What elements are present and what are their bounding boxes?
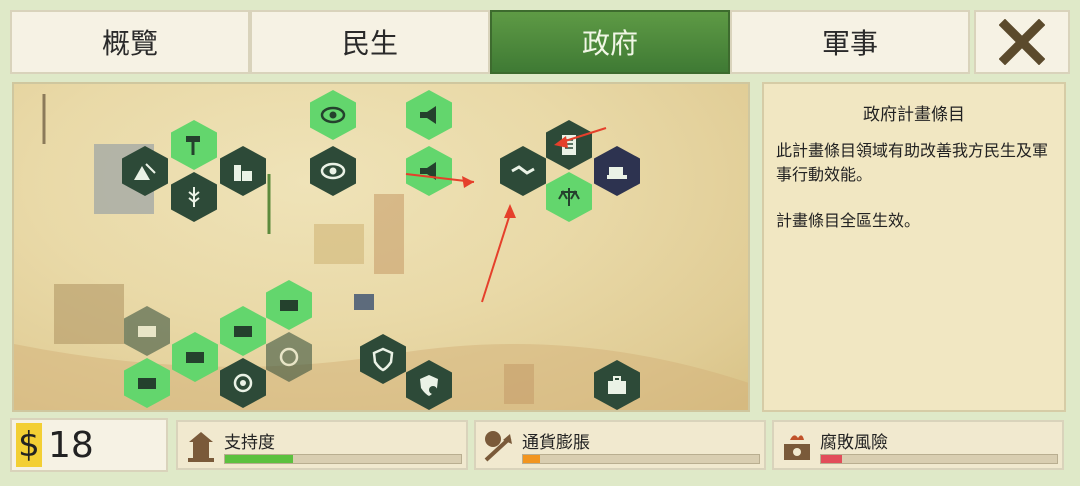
bank-note-icon: [280, 300, 298, 311]
hammer-icon: [186, 136, 200, 155]
info-panel: 政府計畫條目 此計畫條目領域有助改善我方民生及軍事行動效能。 計畫條目全區生效。: [762, 82, 1066, 412]
bank-note-icon: [138, 326, 156, 337]
info-description: 此計畫條目領域有助改善我方民生及軍事行動效能。: [776, 141, 1049, 184]
support-stat[interactable]: 支持度: [176, 420, 468, 470]
tab-label: 政府: [581, 27, 638, 60]
bank-note-icon: [186, 352, 204, 363]
shield-icon: [372, 347, 394, 372]
close-button[interactable]: [974, 10, 1070, 74]
shield-coin-icon: [420, 375, 438, 396]
money-value: 18: [48, 424, 94, 466]
handshake-icon: [511, 165, 535, 175]
cycle-icon: [279, 347, 299, 367]
eye-icon: [320, 162, 346, 180]
support-bar-fill: [225, 455, 294, 463]
tab-label: 軍事: [821, 27, 878, 60]
policy-map: [12, 82, 750, 412]
inflation-coin-icon: [484, 431, 512, 462]
support-building-icon: [188, 432, 214, 462]
corruption-bar-fill: [821, 455, 843, 463]
tab-label: 概覽: [101, 27, 158, 60]
support-label: 支持度: [224, 433, 275, 453]
dollar-icon: $: [16, 423, 42, 467]
x-close-icon: [999, 19, 1045, 65]
support-bar: [224, 454, 462, 464]
exchange-icon: [233, 373, 253, 393]
inflation-bar: [522, 454, 760, 464]
tab-label: 民生: [341, 27, 398, 60]
megaphone-icon: [420, 162, 436, 180]
scales-icon: [558, 188, 580, 206]
briefcase-icon: [608, 376, 626, 394]
corruption-stat[interactable]: 腐敗風險: [772, 420, 1064, 470]
corruption-label: 腐敗風險: [820, 433, 888, 453]
inflation-bar-fill: [523, 455, 540, 463]
tab-overview[interactable]: 概覽: [10, 10, 250, 74]
bank-note-icon: [138, 378, 156, 389]
eye-icon: [320, 106, 346, 124]
factory-icon: [234, 165, 252, 181]
tab-government[interactable]: 政府: [490, 10, 730, 74]
tab-military[interactable]: 軍事: [730, 10, 970, 74]
bulldozer-icon: [607, 167, 627, 179]
inflation-label: 通貨膨脹: [522, 433, 590, 453]
money-display: $ 18: [10, 418, 168, 472]
document-icon: [562, 135, 576, 155]
tab-livelihood[interactable]: 民生: [250, 10, 490, 74]
info-scope: 計畫條目全區生效。: [776, 211, 921, 230]
inflation-stat[interactable]: 通貨膨脹: [474, 420, 766, 470]
tab-bar: 概覽 民生 政府 軍事: [10, 10, 1070, 74]
bank-note-icon: [234, 326, 252, 337]
info-title: 政府計畫條目: [863, 105, 965, 125]
mountain-pick-icon: [134, 163, 156, 180]
corruption-money-icon: [784, 435, 810, 460]
game-screen: 概覽 民生 政府 軍事 政府計畫條目 此計畫條目領域有助改善我方民生及軍事行動效…: [0, 0, 1080, 486]
corruption-bar: [820, 454, 1058, 464]
megaphone-icon: [420, 106, 436, 124]
wheat-icon: [188, 187, 200, 207]
